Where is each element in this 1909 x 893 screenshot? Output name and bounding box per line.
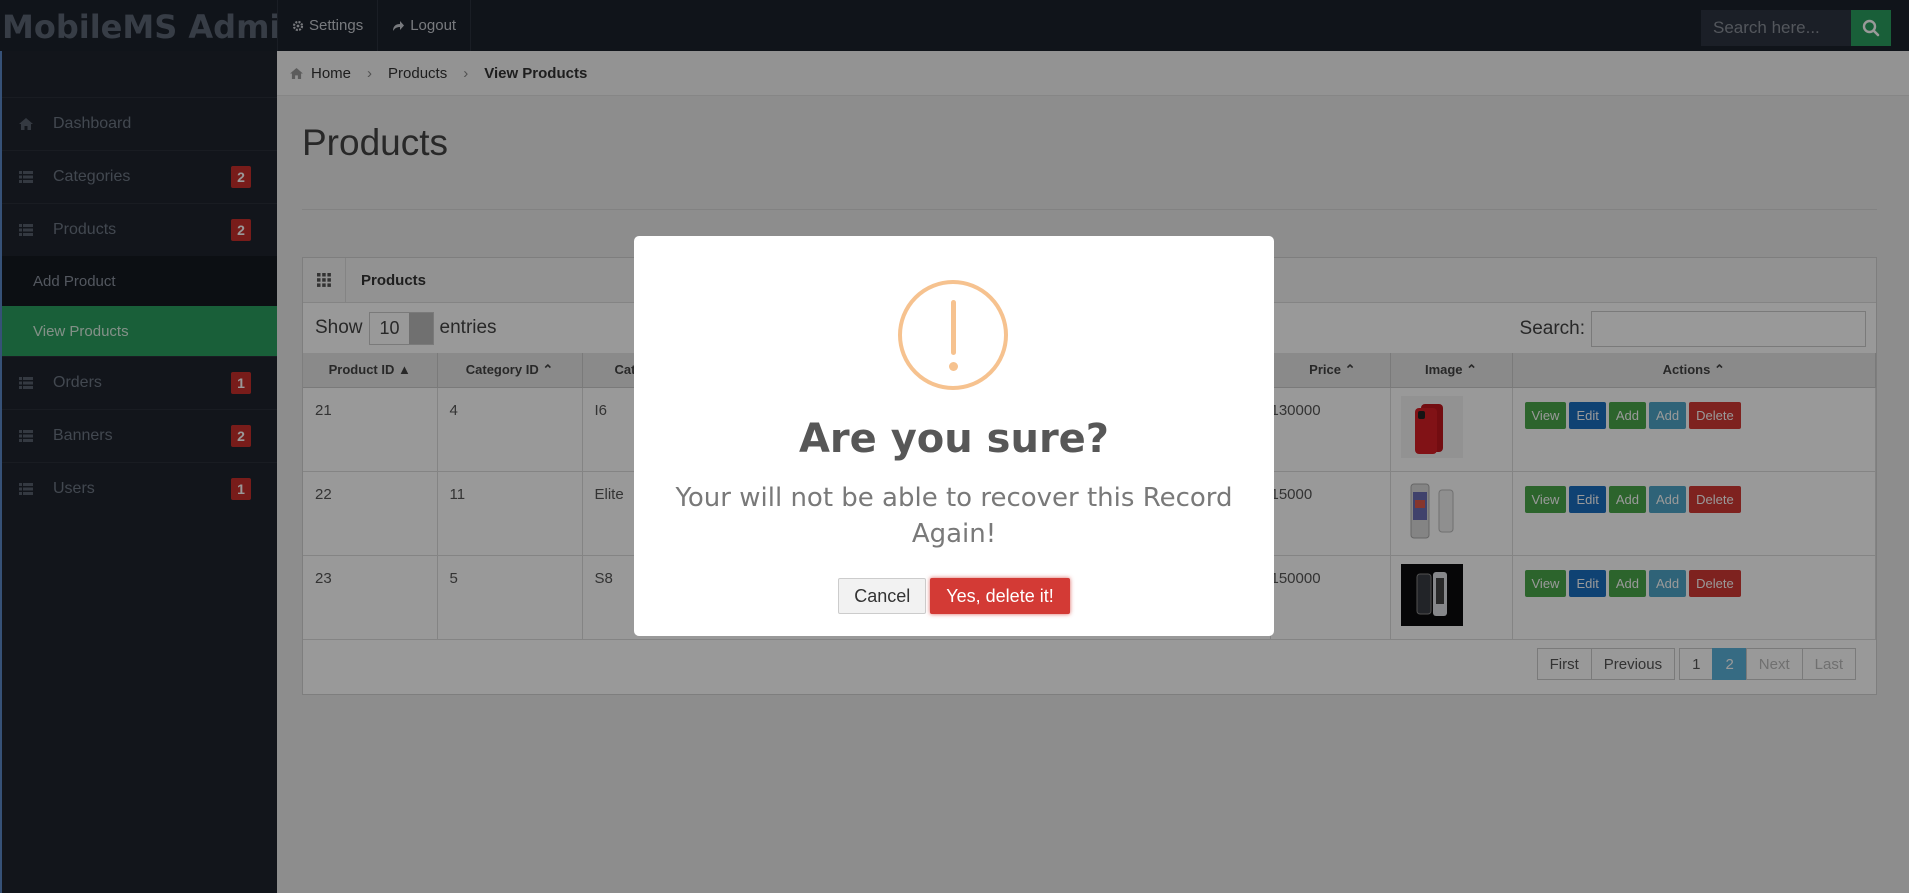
dialog-buttons: Cancel Yes, delete it! (634, 578, 1274, 614)
dialog-message: Your will not be able to recover this Re… (675, 483, 1233, 549)
confirm-delete-button[interactable]: Yes, delete it! (930, 578, 1070, 614)
cancel-button[interactable]: Cancel (838, 578, 927, 614)
confirm-dialog: Are you sure? Your will not be able to r… (634, 236, 1274, 636)
dialog-title: Are you sure? (798, 416, 1110, 462)
warning-icon (898, 280, 1008, 390)
